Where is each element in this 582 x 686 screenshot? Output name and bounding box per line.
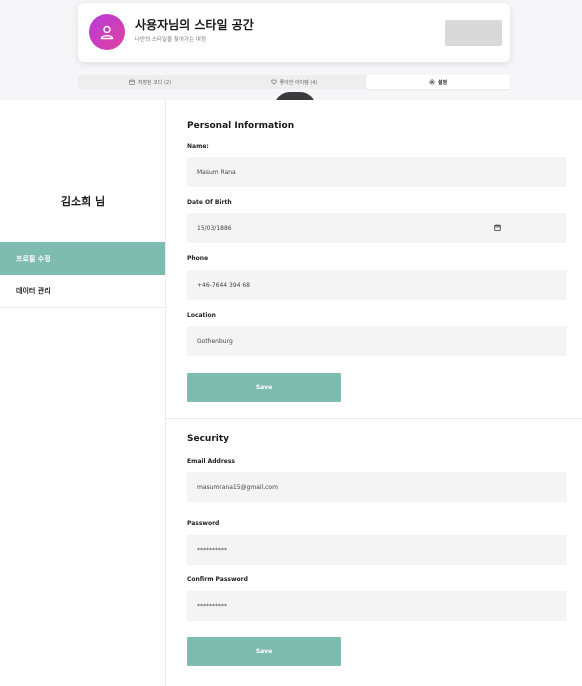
confirm-password-field[interactable]: ********** (187, 591, 567, 621)
sidebar-user-name: 김소희 님 (60, 195, 106, 208)
sidebar-item-edit-profile[interactable]: 프로필 수정 (0, 242, 165, 275)
confirm-password-label: Confirm Password (187, 576, 248, 583)
page-title: 사용자님의 스타일 공간 (135, 18, 254, 32)
name-field[interactable]: Masum Rana (187, 157, 567, 187)
email-label: Email Address (187, 458, 236, 465)
dob-value: 15/03/1886 (197, 224, 232, 232)
calendar-icon (129, 79, 135, 85)
tab-settings-label: 설정 (437, 79, 448, 86)
tab-saved-outfits[interactable]: 저장된 코디 (2) (78, 75, 222, 89)
tab-liked-items-label: 좋아한 아이템 (4) (279, 79, 318, 86)
user-avatar[interactable] (89, 14, 125, 50)
password-value: ********** (197, 546, 227, 554)
security-title: Security (187, 434, 230, 444)
name-value: Masum Rana (197, 168, 236, 176)
name-label: Name: (187, 143, 209, 150)
tab-settings[interactable]: 설정 (366, 75, 510, 89)
sidebar: 김소희 님 프로필 수정 데이터 관리 (0, 100, 166, 686)
header-image-placeholder (445, 20, 502, 46)
dob-label: Date Of Birth (187, 199, 232, 206)
settings-content: Personal Information Name: Masum Rana Da… (166, 100, 582, 686)
confirm-password-value: ********** (197, 602, 227, 610)
password-field[interactable]: ********** (187, 535, 567, 565)
password-label: Password (187, 520, 220, 527)
page-subtitle: 나만의 스타일을 찾아가는 여정 (135, 37, 207, 43)
dob-field[interactable]: 15/03/1886 (187, 213, 567, 243)
phone-value: +46-7644 394 68 (197, 281, 250, 289)
email-value: masumrana15@gmail.com (197, 483, 278, 491)
user-icon (100, 25, 114, 40)
settings-panel: 김소희 님 프로필 수정 데이터 관리 Personal Information… (0, 100, 582, 686)
tab-bar: 저장된 코디 (2) 좋아한 아이템 (4) 설정 (78, 75, 510, 89)
location-value: Gothenburg (197, 337, 233, 345)
profile-header-card: 사용자님의 스타일 공간 나만의 스타일을 찾아가는 여정 (78, 3, 510, 62)
email-field[interactable]: masumrana15@gmail.com (187, 472, 567, 502)
gear-icon (429, 79, 435, 85)
save-personal-button[interactable]: Save (187, 373, 341, 402)
tab-saved-outfits-label: 저장된 코디 (2) (137, 79, 172, 86)
phone-label: Phone (187, 255, 209, 262)
section-divider (166, 418, 582, 419)
personal-info-title: Personal Information (187, 121, 295, 131)
phone-field[interactable]: +46-7644 394 68 (187, 270, 567, 300)
save-security-button[interactable]: Save (187, 637, 341, 666)
location-label: Location (187, 312, 216, 319)
sidebar-item-data-management[interactable]: 데이터 관리 (0, 275, 165, 308)
location-field[interactable]: Gothenburg (187, 326, 567, 356)
heart-icon (270, 79, 277, 85)
calendar-picker-icon[interactable] (494, 224, 501, 231)
tab-liked-items[interactable]: 좋아한 아이템 (4) (222, 75, 366, 89)
